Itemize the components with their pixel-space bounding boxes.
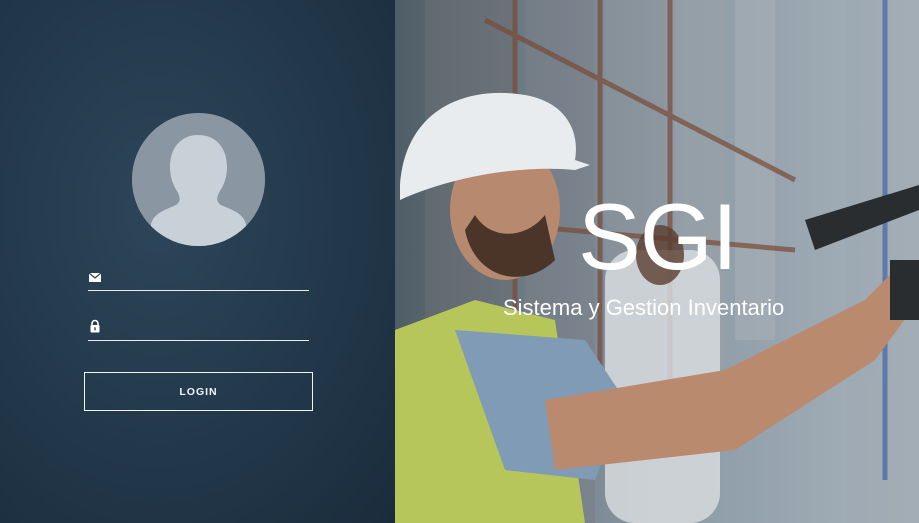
envelope-icon (88, 272, 102, 282)
email-field (88, 266, 309, 291)
login-screen: LOGIN SGI Sistema y Gestion Inventario (0, 0, 919, 523)
email-input[interactable] (110, 266, 309, 290)
user-avatar-icon (132, 113, 265, 246)
login-button[interactable]: LOGIN (84, 372, 313, 411)
brand-subtitle: Sistema y Gestion Inventario (503, 295, 785, 320)
hero-image: SGI Sistema y Gestion Inventario (395, 0, 919, 523)
password-field (88, 316, 309, 341)
password-input[interactable] (110, 316, 309, 340)
login-panel: LOGIN (0, 0, 395, 523)
brand-title: SGI (578, 184, 738, 289)
lock-icon (90, 319, 100, 333)
